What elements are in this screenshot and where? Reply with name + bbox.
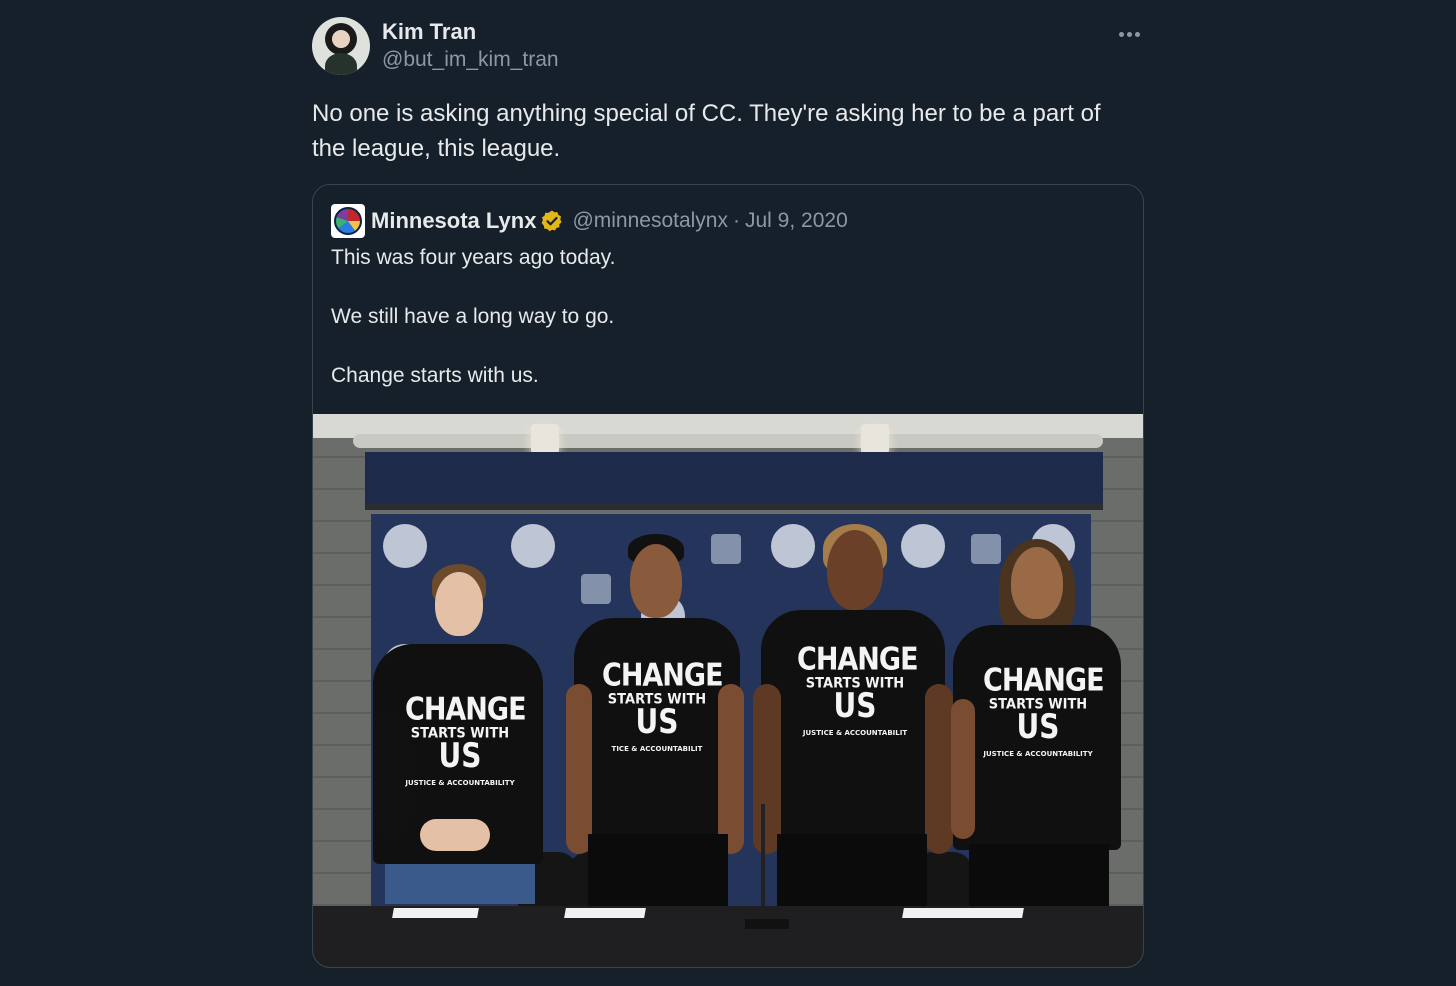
quoted-tweet-photo[interactable]: CHANGE STARTS WITH US JUSTICE & ACCOUNTA…	[313, 414, 1143, 967]
quoted-author-display-name[interactable]: Minnesota Lynx	[371, 208, 536, 234]
author-avatar[interactable]	[312, 17, 370, 75]
quoted-author-avatar[interactable]	[331, 204, 365, 238]
shirt-text: CHANGE STARTS WITH US TICE & ACCOUNTABIL…	[602, 657, 724, 753]
paper-sheet	[392, 908, 479, 918]
shirt-text: CHANGE STARTS WITH US JUSTICE & ACCOUNTA…	[797, 641, 919, 737]
top-banner	[365, 452, 1103, 510]
author-names: Kim Tran @but_im_kim_tran	[382, 18, 559, 74]
paper-sheet	[564, 908, 646, 918]
person: CHANGE STARTS WITH US JUSTICE & ACCOUNTA…	[753, 524, 953, 914]
quoted-tweet-header: Minnesota Lynx @minnesotalynx · Jul 9, 2…	[331, 203, 848, 239]
spotlight	[531, 424, 559, 454]
person: CHANGE STARTS WITH US JUSTICE & ACCOUNTA…	[365, 564, 545, 904]
ellipsis-icon[interactable]	[1114, 20, 1144, 44]
shirt-text: CHANGE STARTS WITH US JUSTICE & ACCOUNTA…	[405, 691, 527, 787]
spotlight	[861, 424, 889, 454]
quoted-line: We still have a long way to go.	[331, 305, 615, 328]
quoted-tweet-date[interactable]: Jul 9, 2020	[745, 209, 848, 233]
quoted-author-handle[interactable]: @minnesotalynx	[572, 209, 728, 233]
verified-badge-icon	[542, 210, 562, 232]
person: CHANGE STARTS WITH US JUSTICE & ACCOUNTA…	[949, 539, 1129, 914]
tweet-text: No one is asking anything special of CC.…	[312, 100, 1101, 162]
author-handle[interactable]: @but_im_kim_tran	[382, 46, 559, 74]
tweet-header: Kim Tran @but_im_kim_tran	[312, 14, 1144, 78]
quoted-line: Change starts with us.	[331, 364, 539, 387]
light-rail	[353, 434, 1103, 448]
author-display-name[interactable]: Kim Tran	[382, 18, 559, 46]
person: CHANGE STARTS WITH US TICE & ACCOUNTABIL…	[566, 534, 748, 914]
shirt-text: CHANGE STARTS WITH US JUSTICE & ACCOUNTA…	[983, 662, 1105, 758]
paper-sheet	[902, 908, 1024, 918]
tweet[interactable]: Kim Tran @but_im_kim_tran No one is aski…	[312, 14, 1144, 968]
quoted-tweet[interactable]: Minnesota Lynx @minnesotalynx · Jul 9, 2…	[312, 184, 1144, 968]
quoted-line: This was four years ago today.	[331, 246, 616, 269]
separator-dot: ·	[733, 209, 740, 232]
microphone-base	[745, 919, 789, 929]
quoted-tweet-text: This was four years ago today. We still …	[331, 243, 615, 420]
